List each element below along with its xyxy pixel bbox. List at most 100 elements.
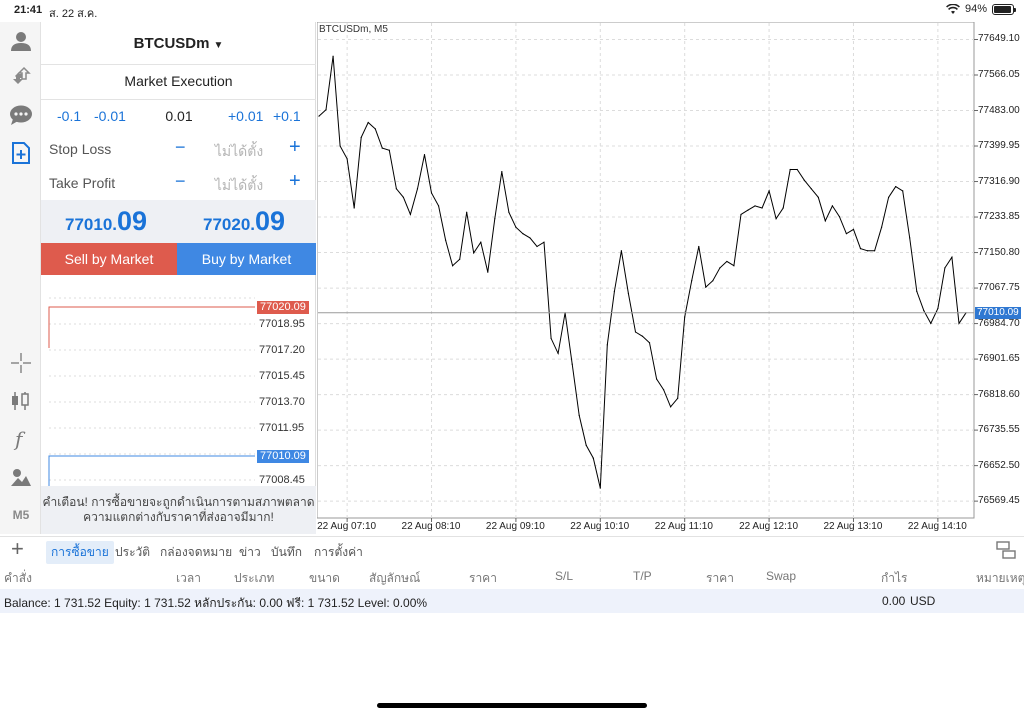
price-point: [944, 267, 946, 269]
total-profit: 0.00: [882, 594, 906, 608]
chart-title: BTCUSDm, M5: [319, 24, 388, 35]
price-point: [902, 190, 904, 192]
price-point: [803, 179, 805, 181]
price-point: [662, 389, 665, 391]
divider: [41, 99, 316, 100]
buy-by-market-button[interactable]: Buy by Market: [177, 243, 316, 275]
home-indicator[interactable]: [377, 703, 647, 708]
price-point: [719, 267, 721, 269]
price-point: [416, 188, 419, 190]
bid-price-tag: 77010.09: [257, 450, 309, 463]
y-tick-label: 77399.95: [978, 140, 1020, 152]
price-point: [473, 252, 475, 254]
price-point: [726, 260, 728, 263]
price-point: [501, 171, 503, 173]
price-point: [480, 241, 482, 243]
balance-summary: Balance: 1 731.52 Equity: 1 731.52 หลักป…: [4, 596, 428, 610]
tab-history[interactable]: ประวัติ: [110, 541, 155, 564]
price-point: [487, 271, 489, 273]
price-point: [325, 109, 327, 111]
price-point: [339, 145, 341, 147]
column-profit: กำไร: [881, 571, 908, 585]
y-tick-label: 76569.45: [978, 495, 1020, 507]
layout-icon[interactable]: [996, 541, 1016, 559]
chevron-down-icon: ▼: [213, 40, 224, 51]
price-chart-canvas[interactable]: [316, 21, 1024, 534]
warning-line-1: คำเตือน! การซื้อขายจะถูกดำเนินการตามสภาพ…: [42, 495, 315, 509]
column-time: เวลา: [176, 571, 201, 585]
price-point: [606, 344, 608, 346]
execution-mode[interactable]: Market Execution: [41, 73, 316, 89]
price-point: [613, 290, 615, 292]
y-tick-label: 77649.10: [978, 33, 1020, 45]
chat-icon[interactable]: [8, 102, 34, 128]
tab-journal[interactable]: บันทึก: [266, 541, 307, 564]
x-tick-label: 22 Aug 10:10: [570, 521, 630, 532]
price-point: [550, 337, 552, 340]
volume-value[interactable]: 0.01: [154, 108, 204, 124]
price-point: [698, 245, 700, 248]
price-point: [895, 186, 897, 188]
tab-news[interactable]: ข่าว: [234, 541, 266, 564]
price-point: [775, 218, 777, 220]
price-point: [522, 233, 524, 235]
price-point: [705, 286, 707, 288]
take-profit-plus-button[interactable]: +: [289, 170, 301, 193]
stop-loss-minus-button[interactable]: −: [175, 137, 186, 158]
column-swap: Swap: [766, 569, 797, 583]
tick-level-label: 77015.45: [259, 370, 305, 382]
price-point: [332, 55, 334, 57]
price-point: [712, 280, 714, 282]
stop-loss-plus-button[interactable]: +: [289, 136, 301, 159]
account-icon[interactable]: [8, 28, 34, 54]
main-chart[interactable]: BTCUSDm, M5 77649.10 77566.05 77483.00 7739…: [316, 21, 1024, 534]
price-point: [817, 196, 819, 198]
price-point: [620, 250, 623, 252]
price-point: [402, 196, 404, 198]
tick-level-label: 77018.95: [259, 318, 305, 330]
price-point: [641, 335, 644, 337]
crosshair-icon[interactable]: [8, 350, 34, 376]
volume-increase-0.1-button[interactable]: +0.1: [273, 108, 301, 124]
add-icon[interactable]: +: [11, 537, 24, 561]
price-point: [733, 265, 735, 267]
volume-decrease-0.01-button[interactable]: -0.01: [94, 108, 126, 124]
price-point: [459, 258, 461, 260]
tick-level-label: 77008.45: [259, 474, 305, 486]
y-tick-label: 77150.80: [978, 246, 1020, 258]
take-profit-minus-button[interactable]: −: [175, 171, 186, 192]
stop-loss-label: Stop Loss: [49, 141, 112, 157]
price-point: [810, 188, 812, 190]
price-point: [831, 205, 833, 207]
price-point: [543, 241, 545, 243]
new-order-icon[interactable]: [8, 140, 34, 166]
volume-decrease-0.1-button[interactable]: -0.1: [57, 108, 81, 124]
tab-settings[interactable]: การตั้งค่า: [309, 541, 368, 564]
objects-icon[interactable]: [8, 464, 34, 490]
column-tp: T/P: [633, 569, 652, 583]
y-tick-label: 77316.90: [978, 175, 1020, 187]
take-profit-label: Take Profit: [49, 175, 116, 191]
symbol-selector[interactable]: BTCUSDm ▼: [41, 35, 316, 52]
current-price-tag: 77010.09: [975, 306, 1021, 319]
chart-type-icon[interactable]: [8, 388, 34, 414]
price-point: [353, 207, 355, 209]
status-indicators: 94%: [946, 3, 1016, 15]
timeframe-button[interactable]: M5: [8, 502, 34, 528]
take-profit-value[interactable]: ไม่ได้ตั้ง: [209, 175, 269, 197]
stop-loss-value[interactable]: ไม่ได้ตั้ง: [209, 141, 269, 163]
indicators-icon[interactable]: f: [8, 426, 34, 452]
price-point: [845, 233, 848, 235]
volume-increase-0.01-button[interactable]: +0.01: [228, 108, 263, 124]
price-point: [367, 121, 369, 124]
positions-table-header: คำสั่ง เวลา ประเภท ขนาด สัญลักษณ์ ราคา S…: [0, 566, 1024, 586]
y-tick-label: 77067.75: [978, 282, 1020, 294]
sell-by-market-button[interactable]: Sell by Market: [41, 243, 177, 275]
tick-level-label: 77017.20: [259, 344, 305, 356]
tab-trade[interactable]: การซื้อขาย: [46, 541, 114, 564]
tab-mailbox[interactable]: กล่องจดหมาย: [155, 541, 237, 564]
column-current-price: ราคา: [706, 571, 734, 585]
price-point: [923, 310, 925, 312]
x-tick-label: 22 Aug 13:10: [823, 521, 883, 532]
deposit-withdraw-icon[interactable]: [8, 64, 34, 90]
